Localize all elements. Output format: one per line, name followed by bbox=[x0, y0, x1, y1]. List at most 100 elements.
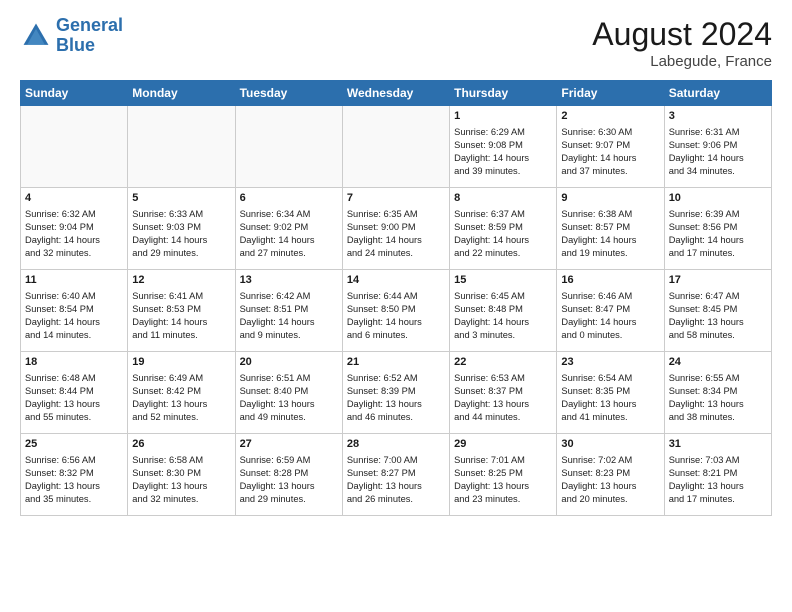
day-info: Sunrise: 6:59 AM Sunset: 8:28 PM Dayligh… bbox=[240, 454, 338, 506]
calendar-week-row: 11 Sunrise: 6:40 AM Sunset: 8:54 PM Dayli… bbox=[21, 270, 772, 352]
day-info: Sunrise: 6:34 AM Sunset: 9:02 PM Dayligh… bbox=[240, 208, 338, 260]
calendar-week-row: 18Sunrise: 6:48 AM Sunset: 8:44 PM Dayli… bbox=[21, 352, 772, 434]
day-number: 3 bbox=[669, 109, 767, 124]
day-number: 31 bbox=[669, 437, 767, 452]
day-info: Sunrise: 7:02 AM Sunset: 8:23 PM Dayligh… bbox=[561, 454, 659, 506]
calendar-cell: 18Sunrise: 6:48 AM Sunset: 8:44 PM Dayli… bbox=[21, 352, 128, 434]
calendar-cell: 2Sunrise: 6:30 AM Sunset: 9:07 PM Daylig… bbox=[557, 106, 664, 188]
day-info: Sunrise: 7:01 AM Sunset: 8:25 PM Dayligh… bbox=[454, 454, 552, 506]
day-number: 6 bbox=[240, 191, 338, 206]
day-info: Sunrise: 6:48 AM Sunset: 8:44 PM Dayligh… bbox=[25, 372, 123, 424]
calendar-cell: 3 Sunrise: 6:31 AM Sunset: 9:06 PM Daylig… bbox=[664, 106, 771, 188]
day-info: Sunrise: 7:00 AM Sunset: 8:27 PM Dayligh… bbox=[347, 454, 445, 506]
calendar-week-row: 25 Sunrise: 6:56 AM Sunset: 8:32 PM Dayli… bbox=[21, 434, 772, 516]
calendar-cell: 22Sunrise: 6:53 AM Sunset: 8:37 PM Dayli… bbox=[450, 352, 557, 434]
day-info: Sunrise: 6:49 AM Sunset: 8:42 PM Dayligh… bbox=[132, 372, 230, 424]
day-info: Sunrise: 6:45 AM Sunset: 8:48 PM Dayligh… bbox=[454, 290, 552, 342]
day-info: Sunrise: 6:54 AM Sunset: 8:35 PM Dayligh… bbox=[561, 372, 659, 424]
day-info: Sunrise: 6:32 AM Sunset: 9:04 PM Dayligh… bbox=[25, 208, 123, 260]
page: General Blue August 2024 Labegude, Franc… bbox=[0, 0, 792, 612]
calendar-cell: 31 Sunrise: 7:03 AM Sunset: 8:21 PM Dayli… bbox=[664, 434, 771, 516]
calendar-cell: 30 Sunrise: 7:02 AM Sunset: 8:23 PM Dayli… bbox=[557, 434, 664, 516]
day-number: 25 bbox=[25, 437, 123, 452]
calendar-cell bbox=[342, 106, 449, 188]
calendar-cell: 27 Sunrise: 6:59 AM Sunset: 8:28 PM Dayli… bbox=[235, 434, 342, 516]
day-info: Sunrise: 6:37 AM Sunset: 8:59 PM Dayligh… bbox=[454, 208, 552, 260]
day-number: 11 bbox=[25, 273, 123, 288]
day-info: Sunrise: 6:51 AM Sunset: 8:40 PM Dayligh… bbox=[240, 372, 338, 424]
calendar-cell bbox=[128, 106, 235, 188]
calendar-cell: 10Sunrise: 6:39 AM Sunset: 8:56 PM Dayli… bbox=[664, 188, 771, 270]
day-info: Sunrise: 6:31 AM Sunset: 9:06 PM Dayligh… bbox=[669, 126, 767, 178]
calendar-cell bbox=[235, 106, 342, 188]
calendar-cell: 24Sunrise: 6:55 AM Sunset: 8:34 PM Dayli… bbox=[664, 352, 771, 434]
day-info: Sunrise: 6:40 AM Sunset: 8:54 PM Dayligh… bbox=[25, 290, 123, 342]
day-info: Sunrise: 6:52 AM Sunset: 8:39 PM Dayligh… bbox=[347, 372, 445, 424]
day-number: 1 bbox=[454, 109, 552, 124]
day-info: Sunrise: 6:47 AM Sunset: 8:45 PM Dayligh… bbox=[669, 290, 767, 342]
day-info: Sunrise: 6:53 AM Sunset: 8:37 PM Dayligh… bbox=[454, 372, 552, 424]
calendar-cell: 28 Sunrise: 7:00 AM Sunset: 8:27 PM Dayli… bbox=[342, 434, 449, 516]
logo-blue: Blue bbox=[56, 36, 123, 56]
day-number: 21 bbox=[347, 355, 445, 370]
day-of-week-header: Monday bbox=[128, 81, 235, 106]
day-number: 4 bbox=[25, 191, 123, 206]
calendar-cell: 1 Sunrise: 6:29 AM Sunset: 9:08 PM Daylig… bbox=[450, 106, 557, 188]
calendar-cell: 9Sunrise: 6:38 AM Sunset: 8:57 PM Daylig… bbox=[557, 188, 664, 270]
calendar-cell: 6 Sunrise: 6:34 AM Sunset: 9:02 PM Daylig… bbox=[235, 188, 342, 270]
calendar-cell: 7Sunrise: 6:35 AM Sunset: 9:00 PM Daylig… bbox=[342, 188, 449, 270]
day-info: Sunrise: 6:42 AM Sunset: 8:51 PM Dayligh… bbox=[240, 290, 338, 342]
calendar-cell: 14 Sunrise: 6:44 AM Sunset: 8:50 PM Dayli… bbox=[342, 270, 449, 352]
title-block: August 2024 Labegude, France bbox=[592, 16, 772, 70]
day-info: Sunrise: 6:35 AM Sunset: 9:00 PM Dayligh… bbox=[347, 208, 445, 260]
day-number: 27 bbox=[240, 437, 338, 452]
day-info: Sunrise: 6:38 AM Sunset: 8:57 PM Dayligh… bbox=[561, 208, 659, 260]
day-info: Sunrise: 6:56 AM Sunset: 8:32 PM Dayligh… bbox=[25, 454, 123, 506]
calendar-cell: 11 Sunrise: 6:40 AM Sunset: 8:54 PM Dayli… bbox=[21, 270, 128, 352]
calendar-week-row: 1 Sunrise: 6:29 AM Sunset: 9:08 PM Daylig… bbox=[21, 106, 772, 188]
day-number: 12 bbox=[132, 273, 230, 288]
day-number: 24 bbox=[669, 355, 767, 370]
day-info: Sunrise: 6:29 AM Sunset: 9:08 PM Dayligh… bbox=[454, 126, 552, 178]
calendar-header-row: SundayMondayTuesdayWednesdayThursdayFrid… bbox=[21, 81, 772, 106]
logo-icon bbox=[20, 20, 52, 52]
calendar-cell: 5Sunrise: 6:33 AM Sunset: 9:03 PM Daylig… bbox=[128, 188, 235, 270]
day-number: 30 bbox=[561, 437, 659, 452]
day-number: 19 bbox=[132, 355, 230, 370]
day-info: Sunrise: 6:58 AM Sunset: 8:30 PM Dayligh… bbox=[132, 454, 230, 506]
calendar-cell: 23 Sunrise: 6:54 AM Sunset: 8:35 PM Dayli… bbox=[557, 352, 664, 434]
logo-general: General bbox=[56, 15, 123, 35]
day-of-week-header: Saturday bbox=[664, 81, 771, 106]
day-number: 28 bbox=[347, 437, 445, 452]
day-number: 17 bbox=[669, 273, 767, 288]
calendar-cell bbox=[21, 106, 128, 188]
day-number: 23 bbox=[561, 355, 659, 370]
day-info: Sunrise: 6:46 AM Sunset: 8:47 PM Dayligh… bbox=[561, 290, 659, 342]
day-info: Sunrise: 6:33 AM Sunset: 9:03 PM Dayligh… bbox=[132, 208, 230, 260]
day-of-week-header: Sunday bbox=[21, 81, 128, 106]
calendar-cell: 13Sunrise: 6:42 AM Sunset: 8:51 PM Dayli… bbox=[235, 270, 342, 352]
logo: General Blue bbox=[20, 16, 123, 56]
day-number: 26 bbox=[132, 437, 230, 452]
day-number: 14 bbox=[347, 273, 445, 288]
calendar-cell: 17 Sunrise: 6:47 AM Sunset: 8:45 PM Dayli… bbox=[664, 270, 771, 352]
day-of-week-header: Friday bbox=[557, 81, 664, 106]
calendar-cell: 15Sunrise: 6:45 AM Sunset: 8:48 PM Dayli… bbox=[450, 270, 557, 352]
day-info: Sunrise: 6:30 AM Sunset: 9:07 PM Dayligh… bbox=[561, 126, 659, 178]
day-info: Sunrise: 6:41 AM Sunset: 8:53 PM Dayligh… bbox=[132, 290, 230, 342]
month-year: August 2024 bbox=[592, 16, 772, 53]
location: Labegude, France bbox=[592, 53, 772, 70]
day-of-week-header: Tuesday bbox=[235, 81, 342, 106]
day-number: 29 bbox=[454, 437, 552, 452]
day-number: 20 bbox=[240, 355, 338, 370]
calendar-cell: 16 Sunrise: 6:46 AM Sunset: 8:47 PM Dayli… bbox=[557, 270, 664, 352]
day-info: Sunrise: 6:44 AM Sunset: 8:50 PM Dayligh… bbox=[347, 290, 445, 342]
calendar-week-row: 4 Sunrise: 6:32 AM Sunset: 9:04 PM Daylig… bbox=[21, 188, 772, 270]
calendar-cell: 8Sunrise: 6:37 AM Sunset: 8:59 PM Daylig… bbox=[450, 188, 557, 270]
calendar-cell: 12 Sunrise: 6:41 AM Sunset: 8:53 PM Dayli… bbox=[128, 270, 235, 352]
calendar-cell: 21 Sunrise: 6:52 AM Sunset: 8:39 PM Dayli… bbox=[342, 352, 449, 434]
calendar-cell: 19 Sunrise: 6:49 AM Sunset: 8:42 PM Dayli… bbox=[128, 352, 235, 434]
day-number: 16 bbox=[561, 273, 659, 288]
day-info: Sunrise: 7:03 AM Sunset: 8:21 PM Dayligh… bbox=[669, 454, 767, 506]
calendar-cell: 29 Sunrise: 7:01 AM Sunset: 8:25 PM Dayli… bbox=[450, 434, 557, 516]
